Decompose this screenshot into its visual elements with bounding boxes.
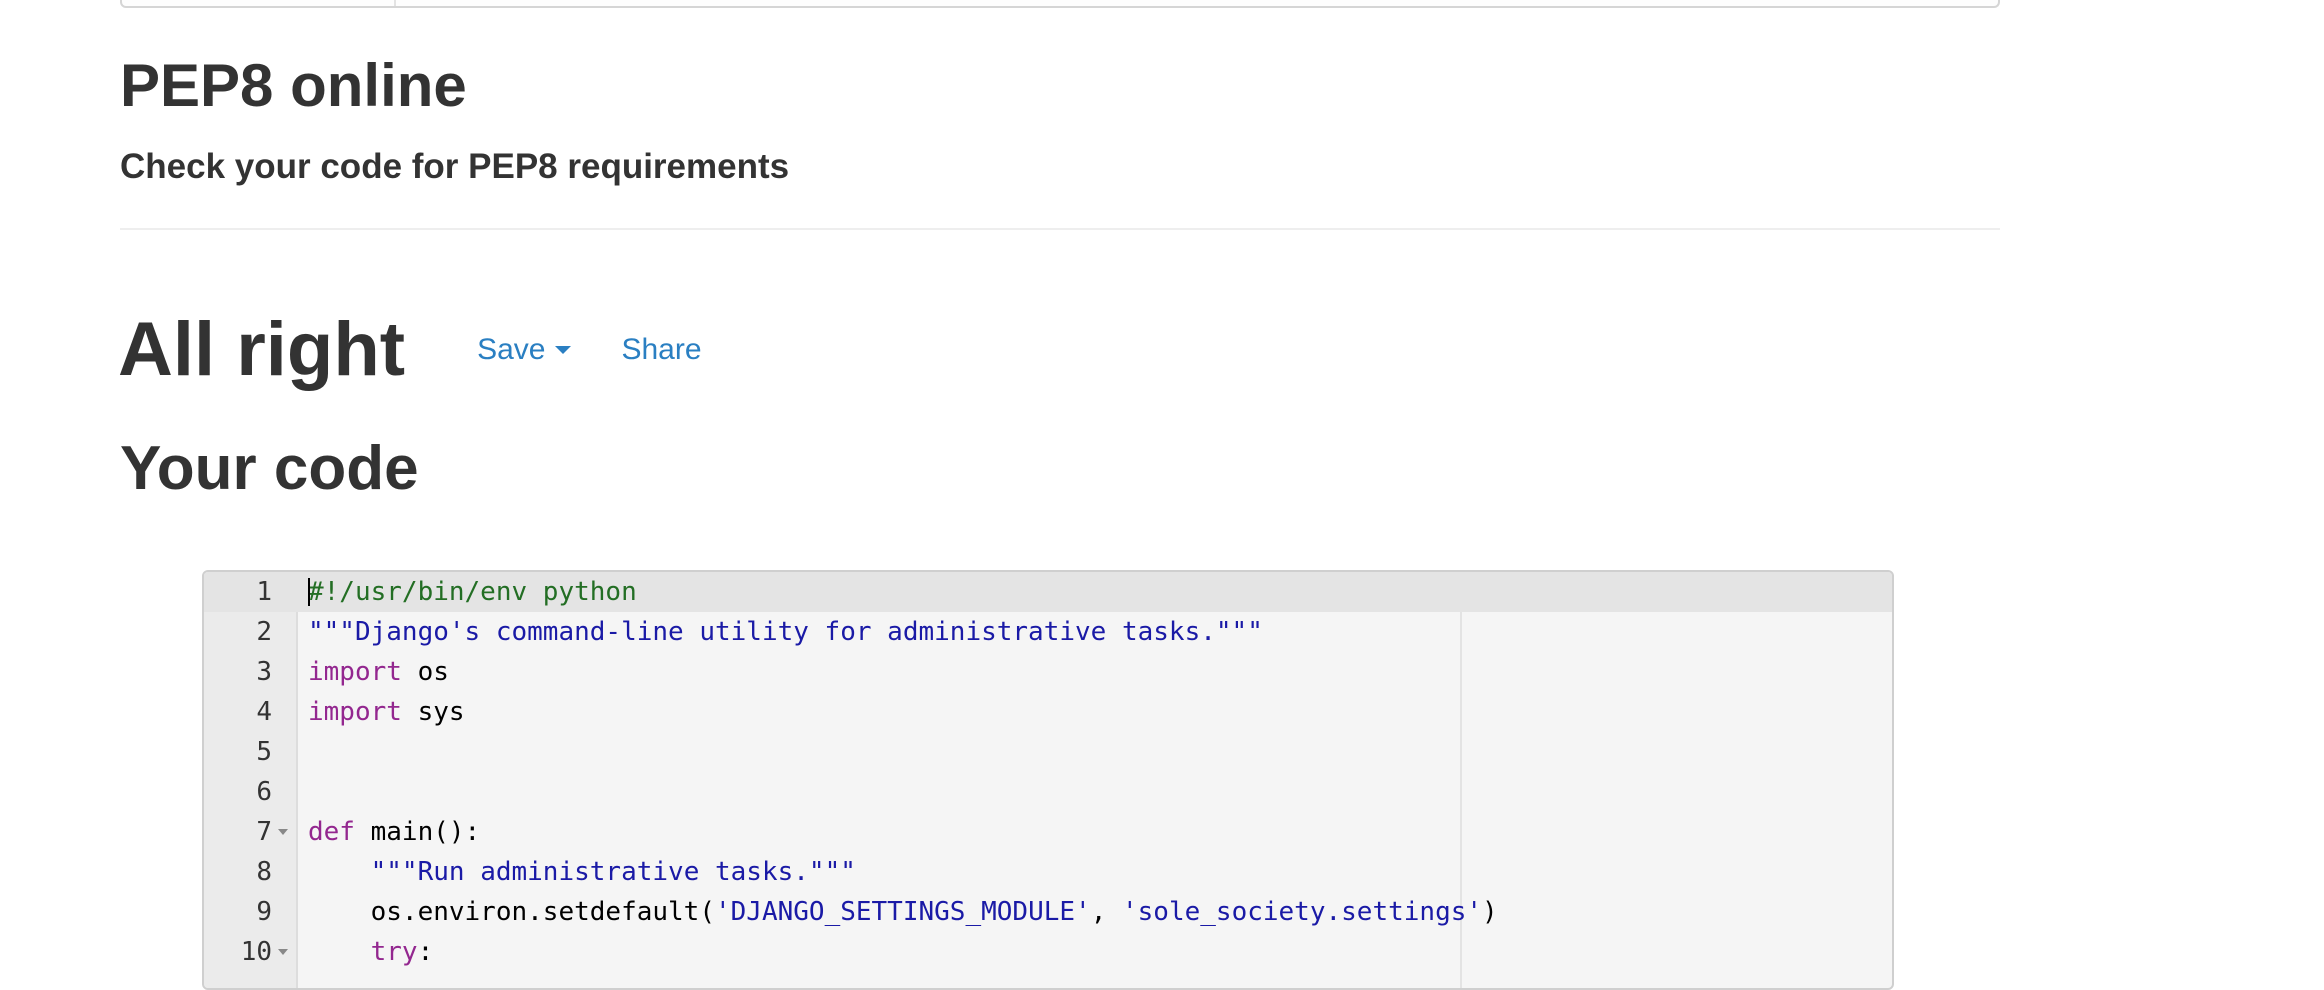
- code-token: """Run administrative tasks.""": [370, 857, 856, 887]
- code-token: 'DJANGO_SETTINGS_MODULE': [715, 897, 1091, 927]
- code-line[interactable]: 9 os.environ.setdefault('DJANGO_SETTINGS…: [204, 892, 1892, 932]
- code-token: ,: [1090, 897, 1122, 927]
- line-code: import sys: [308, 692, 465, 732]
- line-number: 7: [256, 817, 272, 847]
- code-editor[interactable]: 1 #!/usr/bin/env python 2 """Django's comma…: [202, 570, 1894, 990]
- code-line[interactable]: 5: [204, 732, 1892, 772]
- line-number: 2: [256, 617, 272, 647]
- code-token: os: [401, 657, 449, 687]
- line-code: import os: [308, 652, 449, 692]
- caret-down-icon: [555, 346, 572, 354]
- line-number: 8: [256, 857, 272, 887]
- line-number: 10: [240, 937, 272, 967]
- fold-toggle-icon[interactable]: [278, 829, 288, 835]
- save-label: Save: [477, 333, 546, 366]
- code-line[interactable]: 2 """Django's command-line utility for ad…: [204, 612, 1892, 652]
- code-token: ): [1482, 897, 1498, 927]
- code-token: 'sole_society.settings': [1122, 897, 1483, 927]
- code-line[interactable]: 1 #!/usr/bin/env python: [204, 572, 1892, 612]
- line-code: def main():: [308, 812, 480, 852]
- result-row: All right Save Share: [118, 300, 702, 400]
- result-title: All right: [118, 307, 406, 392]
- code-line[interactable]: 8 """Run administrative tasks.""": [204, 852, 1892, 892]
- code-token: #!/usr/bin/env python: [308, 577, 637, 607]
- page-title: PEP8 online: [120, 52, 467, 119]
- code-token: os.environ.setdefault(: [308, 897, 715, 927]
- page-subtitle: Check your code for PEP8 requirements: [120, 147, 790, 186]
- line-code: #!/usr/bin/env python: [308, 572, 637, 612]
- line-code: """Django's command-line utility for adm…: [308, 612, 1263, 652]
- line-number: 6: [256, 777, 272, 807]
- line-number: 5: [256, 737, 272, 767]
- code-heading: Your code: [120, 434, 419, 503]
- line-code: os.environ.setdefault('DJANGO_SETTINGS_M…: [308, 892, 1498, 932]
- save-dropdown-button[interactable]: Save: [477, 333, 572, 367]
- code-token: def: [308, 817, 355, 847]
- code-token: :: [417, 937, 434, 967]
- code-token: import: [308, 657, 402, 687]
- code-line[interactable]: 7 def main():: [204, 812, 1892, 852]
- code-line[interactable]: 4 import sys: [204, 692, 1892, 732]
- code-line[interactable]: 10 try:: [204, 932, 1892, 972]
- code-token: try: [370, 937, 418, 967]
- code-line[interactable]: 3 import os: [204, 652, 1892, 692]
- code-token: """Django's command-line utility for adm…: [308, 617, 1263, 647]
- code-line[interactable]: 6: [204, 772, 1892, 812]
- line-number: 4: [256, 697, 272, 727]
- code-token: main():: [354, 817, 481, 847]
- previous-panel: [120, 0, 2000, 8]
- code-token: sys: [401, 697, 465, 727]
- line-code: try:: [308, 932, 434, 972]
- line-number: 1: [256, 577, 272, 607]
- code-token: import: [308, 697, 402, 727]
- line-code: """Run administrative tasks.""": [308, 852, 856, 892]
- fold-toggle-icon[interactable]: [278, 949, 288, 955]
- line-number: 9: [256, 897, 272, 927]
- share-link[interactable]: Share: [621, 333, 701, 367]
- panel-divider: [394, 0, 396, 6]
- header-divider: [120, 228, 2000, 230]
- line-number: 3: [256, 657, 272, 687]
- code-lines[interactable]: 1 #!/usr/bin/env python 2 """Django's comma…: [204, 572, 1892, 972]
- text-cursor: [308, 578, 310, 606]
